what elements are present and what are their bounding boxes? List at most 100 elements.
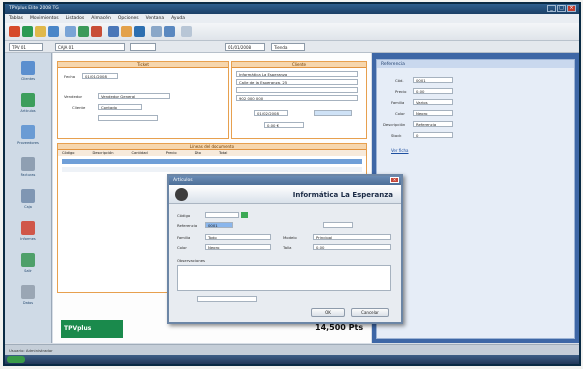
ticket-panel: Ticket Fecha 01/01/2008 Vendedor Vendedo…	[57, 61, 229, 139]
folder-icon[interactable]	[35, 26, 46, 37]
client-balance-field[interactable]: 0,00 €	[264, 122, 304, 128]
window-title: TPVplus Elite 2008 TG	[9, 6, 59, 11]
reference-value[interactable]: 0001	[413, 77, 453, 83]
sidebar-item-label: Facturas	[20, 173, 36, 177]
reference-value[interactable]: Varios	[413, 99, 453, 105]
terminal-select[interactable]: TPV 01	[9, 43, 43, 51]
reference-row: Color Negro	[383, 109, 463, 120]
reference-value[interactable]: Negro	[413, 110, 453, 116]
refresh-icon[interactable]	[78, 26, 89, 37]
extra-field[interactable]	[98, 115, 158, 121]
sidebar-item-facturas[interactable]: Facturas	[13, 157, 43, 182]
delete-icon[interactable]	[91, 26, 102, 37]
reference-label: Cód.	[395, 78, 404, 83]
menu-item[interactable]: Opciones	[118, 16, 139, 21]
save-icon[interactable]	[108, 26, 119, 37]
maximize-icon[interactable]: □	[557, 5, 566, 12]
familia-field[interactable]: Todo	[205, 234, 271, 240]
edit-icon[interactable]	[121, 26, 132, 37]
column-header: Total	[218, 151, 228, 155]
search-icon[interactable]	[65, 26, 76, 37]
sidebar-item-datos[interactable]: Datos	[13, 285, 43, 310]
menu-item[interactable]: Ventana	[146, 16, 164, 21]
menu-item[interactable]: Tablas	[9, 16, 23, 21]
clients-icon	[21, 61, 35, 75]
modelo-field[interactable]: Principal	[313, 234, 391, 240]
start-button[interactable]	[7, 356, 25, 363]
reference-value[interactable]: 0,00	[413, 88, 453, 94]
sidebar-item-salir[interactable]: Salir	[13, 253, 43, 278]
menu-item[interactable]: Ayuda	[171, 16, 185, 21]
reference-value[interactable]: Referencia	[413, 121, 453, 127]
modelo-label: Modelo	[283, 235, 297, 240]
referencia-field[interactable]: 0001	[205, 222, 233, 228]
store-select[interactable]: Tienda	[271, 43, 305, 51]
reference-label: Stock	[391, 133, 402, 138]
referencia-label: Referencia	[177, 223, 198, 228]
sidebar-item-proveedores[interactable]: Proveedores	[13, 125, 43, 150]
menu-item[interactable]: Movimientos	[30, 16, 59, 21]
reference-value[interactable]: 0	[413, 132, 453, 138]
reference-fields: Cód. 0001 Precio 0,00 Familia Varios Color N…	[383, 76, 463, 142]
client-street-field[interactable]: Calle de la Esperanza, 25	[236, 79, 358, 85]
dialog-heading: Informática La Esperanza	[292, 191, 393, 199]
table-row[interactable]	[62, 159, 362, 164]
client-date-field[interactable]: 01/02/2008	[254, 110, 288, 116]
fecha-label: Fecha	[64, 74, 76, 79]
codigo-label: Código	[177, 213, 191, 218]
suppliers-icon	[21, 125, 35, 139]
table-row[interactable]	[62, 167, 362, 172]
column-header: Código	[62, 151, 75, 155]
calculator-icon[interactable]	[151, 26, 162, 37]
menu-item[interactable]: Almacén	[91, 16, 111, 21]
help-icon[interactable]	[181, 26, 192, 37]
color-field[interactable]: Negro	[205, 244, 271, 250]
menu-item[interactable]: Listados	[66, 16, 85, 21]
cliente-field[interactable]: Contado	[98, 104, 142, 110]
settings-icon[interactable]	[164, 26, 175, 37]
reference-panel: Referencia Cód. 0001 Precio 0,00 Familia Va…	[376, 59, 575, 339]
ok-button[interactable]: OK	[311, 308, 345, 317]
invoices-icon	[21, 157, 35, 171]
app-window: TPVplus Elite 2008 TG _ □ × Tablas Movim…	[5, 4, 579, 364]
dialog-close-icon[interactable]: ×	[390, 177, 399, 183]
codigo-field[interactable]	[205, 212, 239, 218]
reference-label: Familia	[391, 100, 405, 105]
client-phone-field[interactable]: 902 000 000	[236, 95, 358, 101]
reference-link[interactable]: Ver ficha	[391, 148, 409, 153]
sidebar-item-label: Clientes	[20, 77, 36, 81]
vendedor-field[interactable]: Vendedor General	[98, 93, 170, 99]
minimize-icon[interactable]: _	[547, 5, 556, 12]
back-icon[interactable]	[175, 188, 188, 201]
client-icon[interactable]	[22, 26, 33, 37]
client-name-field[interactable]: Informática La Esperanza	[236, 71, 358, 77]
date-select[interactable]: 01/01/2008	[225, 43, 265, 51]
column-header: Dto	[194, 151, 201, 155]
close-icon[interactable]: ×	[567, 5, 576, 12]
print-icon[interactable]	[48, 26, 59, 37]
lookup-icon[interactable]	[241, 212, 248, 218]
dialog-extra-field[interactable]	[323, 222, 353, 228]
window-titlebar: TPVplus Elite 2008 TG _ □ ×	[5, 4, 579, 14]
mode-select[interactable]	[130, 43, 156, 51]
new-icon[interactable]	[9, 26, 20, 37]
cliente-label: Cliente	[72, 105, 86, 110]
sidebar-item-clientes[interactable]: Clientes	[13, 61, 43, 86]
fecha-field[interactable]: 01/01/2008	[82, 73, 118, 79]
exit-icon	[21, 253, 35, 267]
sidebar-item-caja[interactable]: Caja	[13, 189, 43, 214]
cash-select[interactable]: CAJA 01	[55, 43, 125, 51]
talla-field[interactable]: 0,00	[313, 244, 391, 250]
client-city-field[interactable]	[236, 87, 358, 93]
observaciones-textarea[interactable]	[177, 265, 391, 291]
sidebar-item-articulos[interactable]: Artículos	[13, 93, 43, 118]
cancel-button[interactable]: Cancelar	[351, 308, 389, 317]
client-amount-field[interactable]	[314, 110, 352, 116]
dialog-bottom-field[interactable]	[197, 296, 257, 302]
sidebar-item-informes[interactable]: Informes	[13, 221, 43, 246]
reference-row: Descripción Referencia	[383, 120, 463, 131]
reference-label: Descripción	[383, 122, 406, 127]
articles-icon	[21, 93, 35, 107]
disk-icon[interactable]	[134, 26, 145, 37]
observaciones-label: Observaciones	[177, 258, 206, 263]
